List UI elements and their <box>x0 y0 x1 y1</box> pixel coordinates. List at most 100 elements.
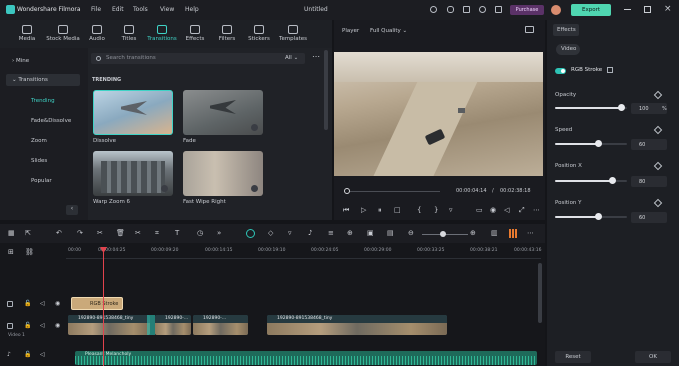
previous-frame-icon[interactable]: ⏮ <box>343 206 349 215</box>
keyframe-icon[interactable] <box>653 90 663 100</box>
speed-icon[interactable]: ◷ <box>197 229 203 237</box>
snapshot-icon[interactable]: ▣ <box>367 229 374 237</box>
opacity-slider[interactable] <box>555 104 627 111</box>
stop-icon[interactable]: □ <box>394 206 401 214</box>
tab-audio[interactable]: Audio <box>82 25 112 42</box>
position-x-slider[interactable] <box>555 177 627 184</box>
video-clip[interactable]: 192890-891538468_tiny <box>267 315 447 335</box>
sidebar-item-fade-dissolve[interactable]: Fade&Dissolve <box>31 118 71 124</box>
video-clip[interactable]: 192890-... <box>193 315 248 335</box>
sidebar-item-zoom[interactable]: Zoom <box>31 138 47 144</box>
transition-marker[interactable] <box>147 315 155 335</box>
player-progress[interactable] <box>350 191 440 192</box>
search-input[interactable]: Search transitions <box>91 53 291 64</box>
ok-button[interactable]: OK <box>635 351 671 363</box>
collapse-panel-button[interactable]: ‹ <box>66 205 78 215</box>
position-y-value-field[interactable]: 60 <box>631 212 667 223</box>
gift-icon[interactable] <box>495 6 502 13</box>
tab-effects[interactable]: Effects <box>180 25 210 42</box>
quality-dropdown[interactable]: Full Quality ⌄ <box>370 28 407 34</box>
more-options-icon[interactable]: ⋯ <box>527 229 534 237</box>
ai-tools-icon[interactable]: ⊕ <box>347 229 353 237</box>
download-icon[interactable] <box>251 124 258 131</box>
track-manager-icon[interactable]: ▥ <box>491 229 498 237</box>
menu-help[interactable]: Help <box>185 6 199 13</box>
slider-knob[interactable] <box>594 213 602 220</box>
support-icon[interactable] <box>479 6 486 13</box>
video-clip[interactable]: 192890-... <box>155 315 191 335</box>
notification-icon[interactable] <box>430 6 437 13</box>
download-icon[interactable] <box>251 185 258 192</box>
more-options-icon[interactable]: ⋯ <box>312 52 320 61</box>
screenshot-icon[interactable]: ◉ <box>490 206 496 214</box>
filter-dropdown[interactable]: All ⌄ <box>281 53 305 64</box>
tab-filters[interactable]: Filters <box>212 25 242 42</box>
fullscreen-icon[interactable]: ⤢ <box>519 206 525 215</box>
slider-knob[interactable] <box>618 104 626 111</box>
transition-thumb-warp-zoom-6[interactable] <box>93 151 173 196</box>
menu-edit[interactable]: Edit <box>112 6 124 13</box>
picture-icon[interactable]: ▤ <box>387 229 394 237</box>
cut-icon[interactable]: ✂ <box>135 229 141 237</box>
tab-media[interactable]: Media <box>12 25 42 42</box>
lock-icon[interactable]: 🔓 <box>24 351 31 358</box>
play-icon[interactable]: ▷ <box>361 206 366 214</box>
tab-transitions[interactable]: Transitions <box>144 25 180 42</box>
sidebar-item-popular[interactable]: Popular <box>31 178 52 184</box>
ruler[interactable]: 00:00 00:00:04:25 00:00:09:20 00:00:14:1… <box>66 247 541 259</box>
sidebar-item-transitions[interactable]: ⌄ Transitions <box>6 74 80 86</box>
transition-thumb-fast-wipe-right[interactable] <box>183 151 263 196</box>
text-icon[interactable]: T <box>175 229 179 237</box>
slider-knob[interactable] <box>594 140 602 147</box>
avatar[interactable] <box>551 5 561 15</box>
mute-icon[interactable]: ◁ <box>40 300 45 307</box>
lock-icon[interactable]: 🔓 <box>24 322 31 329</box>
position-y-slider[interactable] <box>555 213 627 220</box>
render-preview-icon[interactable] <box>246 229 255 238</box>
keyframe-icon[interactable] <box>653 161 663 171</box>
cloud-icon[interactable] <box>447 6 454 13</box>
mark-in-icon[interactable]: { <box>417 206 421 214</box>
effect-toggle[interactable] <box>555 68 566 74</box>
sidebar-item-slides[interactable]: Slides <box>31 158 47 164</box>
position-x-value-field[interactable]: 80 <box>631 176 667 187</box>
menu-tools[interactable]: Tools <box>133 6 148 13</box>
tab-templates[interactable]: Templates <box>276 25 310 42</box>
sidebar-item-trending[interactable]: Trending <box>31 98 55 104</box>
video-clip[interactable]: 192890-891538468_tiny <box>68 315 150 335</box>
transition-thumb-fade[interactable] <box>183 90 263 135</box>
zoom-out-icon[interactable]: ⊖ <box>408 229 414 237</box>
eye-icon[interactable]: ◉ <box>55 300 60 307</box>
mark-out-icon[interactable]: } <box>434 206 438 214</box>
video-preview[interactable] <box>334 52 543 176</box>
zoom-in-icon[interactable]: ⊕ <box>470 229 476 237</box>
keyframe-icon[interactable] <box>653 198 663 208</box>
sidebar-item-mine[interactable]: › Mine <box>6 55 80 67</box>
more-tools-icon[interactable]: » <box>217 229 221 237</box>
shield-icon[interactable]: ◇ <box>268 229 273 237</box>
crop-icon[interactable]: ⌗ <box>155 229 159 238</box>
audio-mix-icon[interactable]: ≡ <box>328 229 334 237</box>
effect-clip[interactable]: RGB Stroke <box>71 297 123 310</box>
pause-icon[interactable]: ⏸ <box>378 206 382 215</box>
eye-icon[interactable]: ◉ <box>55 322 60 329</box>
slider-knob[interactable] <box>609 177 617 184</box>
purchase-button[interactable]: Purchase <box>510 5 544 15</box>
scrollbar[interactable] <box>324 50 328 130</box>
tab-titles[interactable]: Titles <box>114 25 144 42</box>
minimize-icon[interactable] <box>624 9 631 10</box>
speed-value-field[interactable]: 60 <box>631 139 667 150</box>
download-icon[interactable] <box>161 185 168 192</box>
snapshot-icon[interactable] <box>525 26 534 33</box>
more-options-icon[interactable]: ⋯ <box>533 206 540 214</box>
menu-view[interactable]: View <box>160 6 174 13</box>
zoom-knob[interactable] <box>440 231 446 237</box>
tab-stickers[interactable]: Stickers <box>244 25 274 42</box>
maximize-icon[interactable] <box>644 6 651 13</box>
speed-slider[interactable] <box>555 140 627 147</box>
audio-clip[interactable]: Pleasant Melancholy <box>75 351 537 365</box>
tab-stock-media[interactable]: Stock Media <box>46 25 80 42</box>
redo-icon[interactable]: ↷ <box>77 229 83 237</box>
subtab-video[interactable]: Video <box>556 44 580 55</box>
reset-button[interactable]: Reset <box>555 351 591 363</box>
